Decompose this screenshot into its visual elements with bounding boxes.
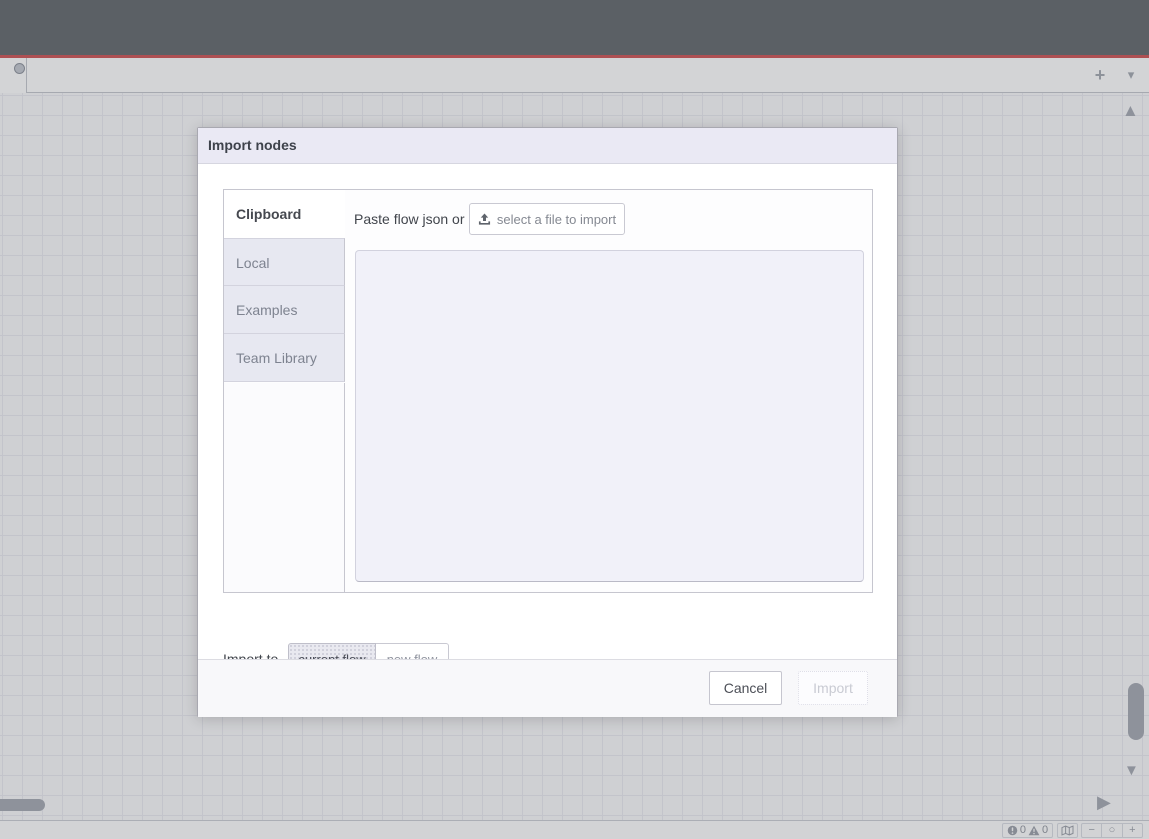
status-bar: 0 0 − ○ +	[0, 820, 1149, 839]
scroll-down-icon[interactable]: ▼	[1124, 762, 1139, 779]
tab-clipboard[interactable]: Clipboard	[224, 190, 345, 238]
navigator-toggle-button[interactable]	[1057, 823, 1078, 838]
dialog-footer: Cancel Import	[198, 659, 897, 717]
chevron-down-icon: ▾	[1128, 67, 1135, 82]
vertical-scrollbar-thumb[interactable]	[1128, 683, 1144, 740]
select-file-button[interactable]: select a file to import	[469, 203, 625, 235]
zoom-in-icon[interactable]: +	[1122, 824, 1142, 837]
plus-icon: +	[1095, 65, 1106, 85]
flow-json-textarea[interactable]	[355, 250, 864, 582]
dialog-body: Clipboard Local Examples Team Library Pa…	[198, 164, 897, 659]
error-icon	[1007, 825, 1018, 836]
flow-tabbar: + ▾	[0, 58, 1149, 93]
dialog-title: Import nodes	[208, 128, 297, 163]
tab-column-filler	[224, 383, 345, 592]
import-button[interactable]: Import	[798, 671, 868, 705]
flow-list-button[interactable]: ▾	[1120, 66, 1142, 84]
flow-tab-circle-icon	[14, 63, 25, 74]
import-form: Clipboard Local Examples Team Library Pa…	[223, 189, 873, 593]
zoom-out-icon[interactable]: −	[1082, 824, 1101, 837]
zoom-controls: − ○ +	[1081, 823, 1143, 838]
warning-count: 0	[1042, 824, 1048, 837]
cancel-button[interactable]: Cancel	[709, 671, 782, 705]
tab-local[interactable]: Local	[224, 238, 345, 286]
add-flow-button[interactable]: +	[1088, 63, 1112, 87]
flow-tab[interactable]	[0, 58, 27, 93]
notification-counts[interactable]: 0 0	[1002, 823, 1053, 838]
select-file-button-label: select a file to import	[497, 212, 616, 227]
horizontal-scrollbar-thumb[interactable]	[0, 799, 45, 811]
import-nodes-dialog: Import nodes Clipboard Local Examples Te…	[197, 127, 898, 717]
scroll-up-icon[interactable]: ▲	[1122, 101, 1139, 121]
paste-flow-label: Paste flow json or	[354, 211, 465, 227]
zoom-reset-icon[interactable]: ○	[1101, 824, 1121, 837]
upload-icon	[478, 213, 491, 226]
dialog-titlebar: Import nodes	[198, 128, 897, 164]
map-icon	[1061, 825, 1074, 836]
warning-icon	[1028, 825, 1040, 836]
tab-team-library[interactable]: Team Library	[224, 334, 345, 382]
tab-examples[interactable]: Examples	[224, 286, 345, 334]
app-header	[0, 0, 1149, 55]
error-count: 0	[1020, 824, 1026, 837]
play-icon[interactable]: ▶	[1097, 792, 1111, 813]
